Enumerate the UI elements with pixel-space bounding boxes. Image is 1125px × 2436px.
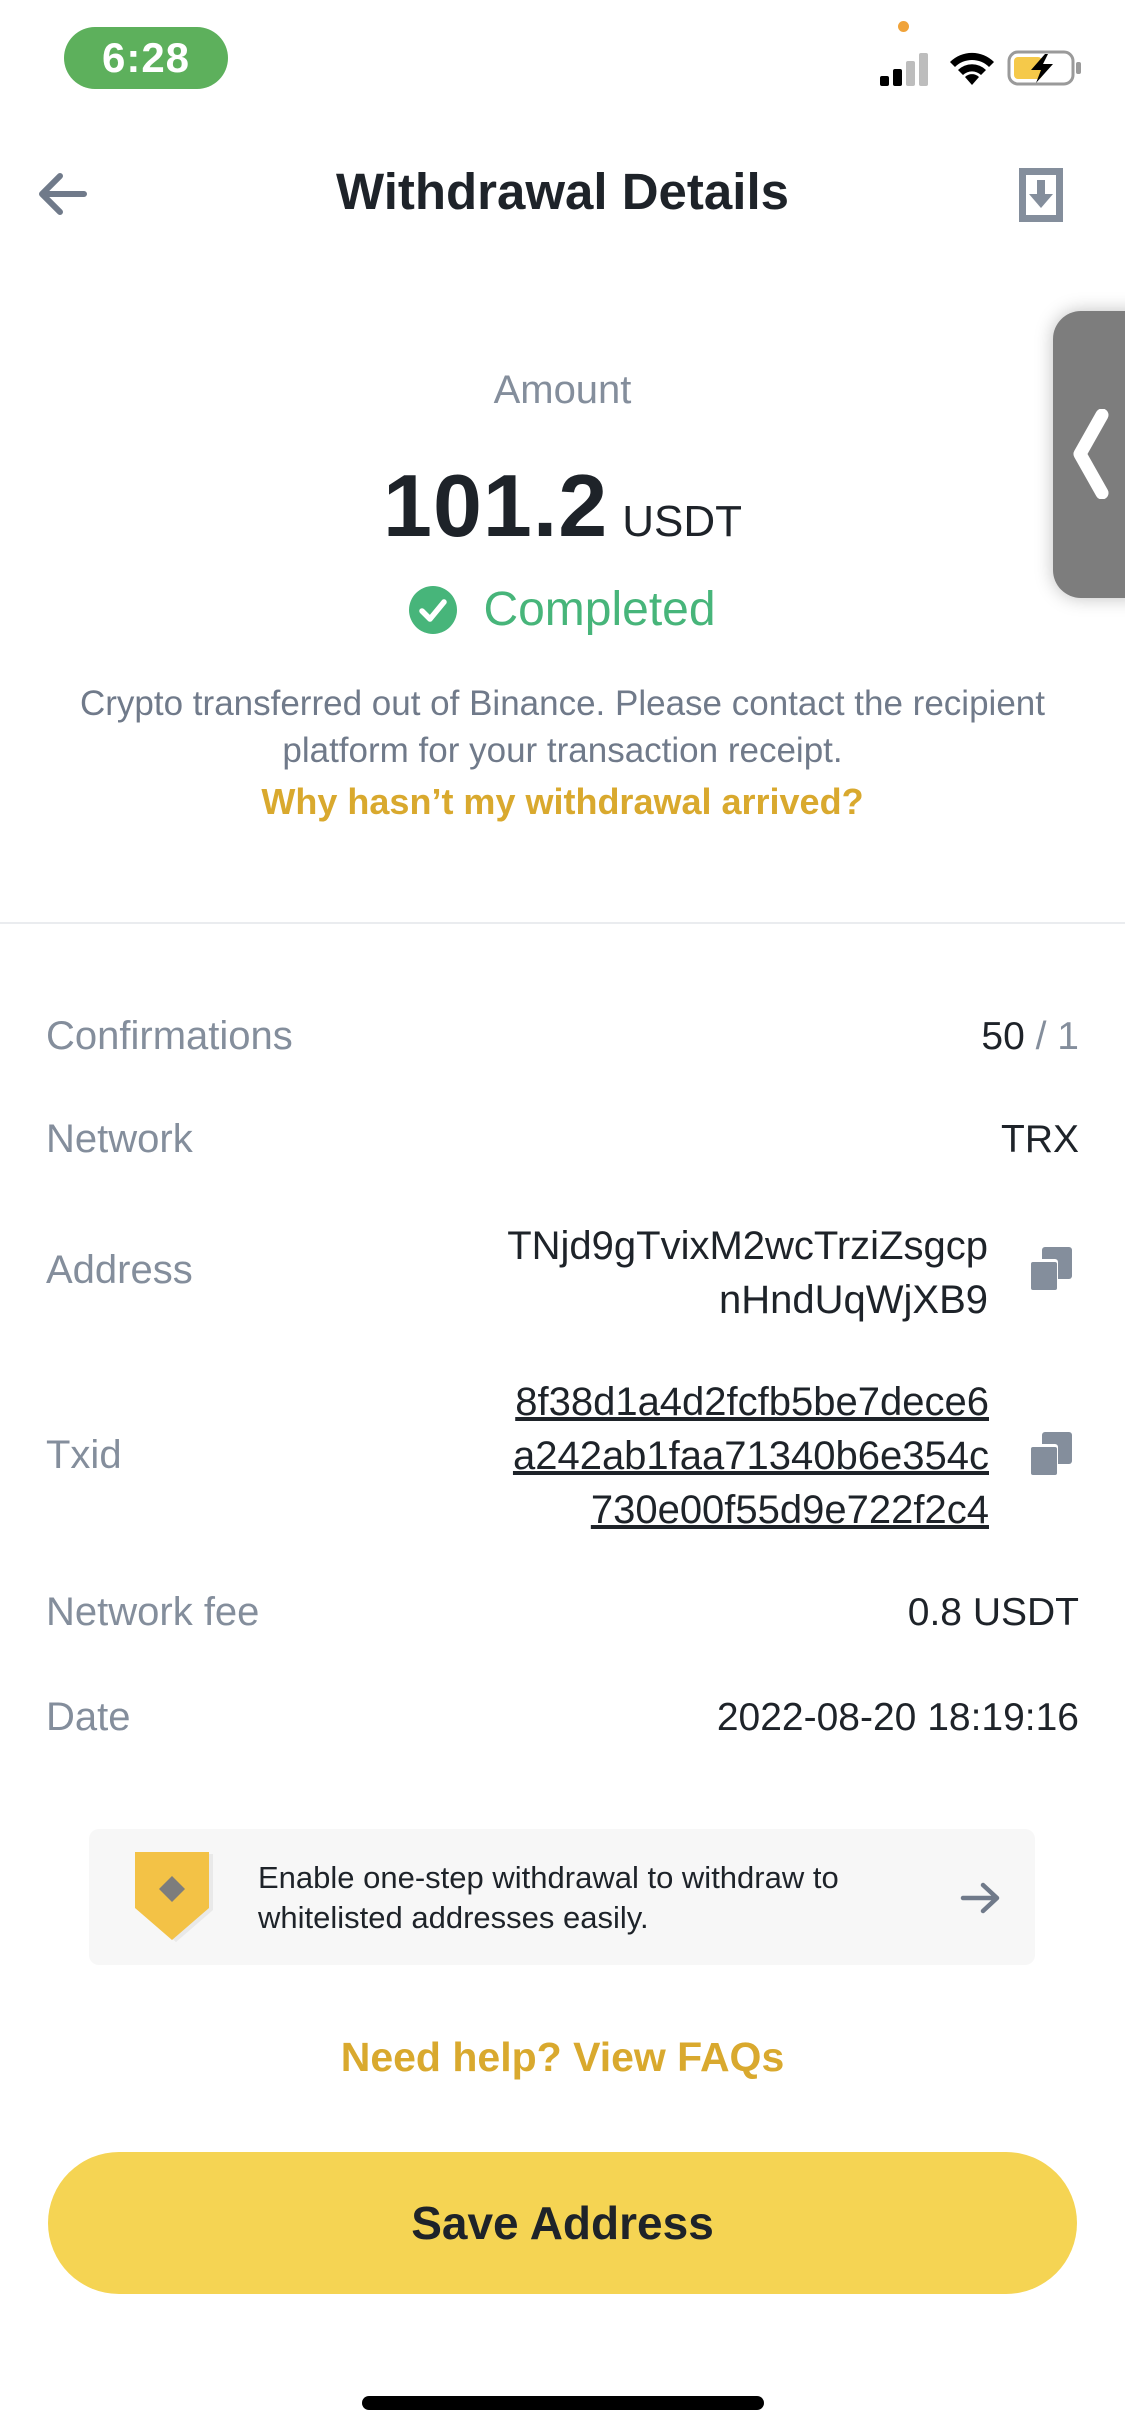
address-line-1: TNjd9gTvixM2wcTrziZsgcp — [507, 1224, 988, 1268]
description-line-1: Crypto transferred out of Binance. Pleas… — [80, 684, 1045, 723]
address-line-2: nHndUqWjXB9 — [718, 1278, 988, 1322]
txid-label: Txid — [46, 1433, 122, 1477]
address-value: TNjd9gTvixM2wcTrziZsgcp nHndUqWjXB9 — [507, 1219, 988, 1327]
privacy-indicator-dot — [898, 21, 909, 32]
address-label: Address — [46, 1248, 193, 1292]
withdrawal-help-link[interactable]: Why hasn’t my withdrawal arrived? — [0, 781, 1125, 823]
copy-address-icon[interactable] — [1028, 1247, 1072, 1291]
status-row: Completed — [0, 582, 1125, 637]
check-circle-icon — [409, 585, 458, 634]
confirmations-separator: / — [1024, 1015, 1058, 1058]
network-label: Network — [46, 1117, 193, 1161]
confirmations-value: 50 / 1 — [981, 1015, 1079, 1059]
txid-line-2: a242ab1faa71340b6e354c — [512, 1434, 989, 1478]
date-value: 2022-08-20 18:19:16 — [716, 1696, 1079, 1739]
wifi-icon — [950, 52, 994, 85]
amount-currency: USDT — [622, 497, 742, 546]
arrow-right-icon[interactable] — [960, 1882, 1002, 1914]
network-fee-label: Network fee — [46, 1590, 260, 1634]
date-label: Date — [46, 1695, 131, 1739]
amount-label: Amount — [493, 368, 632, 412]
network-fee-value: 0.8 USDT — [907, 1591, 1079, 1634]
status-time: 6:28 — [64, 27, 228, 89]
txid-value-link[interactable]: 8f38d1a4d2fcfb5be7dece6 a242ab1faa71340b… — [513, 1375, 989, 1537]
download-share-icon[interactable] — [1017, 166, 1065, 224]
amount-row: 101.2 USDT — [0, 455, 1125, 557]
home-indicator[interactable] — [362, 2396, 764, 2410]
confirmations-label: Confirmations — [46, 1014, 293, 1058]
banner-line-2: whitelisted addresses easily. — [258, 1900, 649, 1935]
save-address-button[interactable]: Save Address — [48, 2152, 1077, 2294]
txid-line-1: 8f38d1a4d2fcfb5be7dece6 — [515, 1380, 989, 1424]
battery-charging-icon — [1007, 50, 1081, 86]
confirmations-required: 1 — [1057, 1015, 1079, 1058]
banner-line-1: Enable one-step withdrawal to withdraw t… — [258, 1860, 839, 1895]
network-value: TRX — [1001, 1118, 1079, 1161]
description-line-2: platform for your transaction receipt. — [282, 731, 843, 770]
txid-line-3: 730e00f55d9e722f2c4 — [590, 1488, 989, 1532]
banner-text: Enable one-step withdrawal to withdraw t… — [258, 1858, 898, 1938]
amount-value: 101.2 — [383, 456, 609, 555]
status-description: Crypto transferred out of Binance. Pleas… — [0, 680, 1125, 774]
shield-badge-icon — [135, 1852, 213, 1942]
cellular-signal-icon — [880, 53, 928, 86]
page-title: Withdrawal Details — [336, 163, 789, 220]
status-text: Completed — [483, 583, 716, 636]
section-divider — [0, 922, 1125, 924]
confirmations-current: 50 — [981, 1015, 1025, 1058]
faq-link[interactable]: Need help? View FAQs — [0, 2034, 1125, 2081]
copy-txid-icon[interactable] — [1028, 1432, 1072, 1476]
